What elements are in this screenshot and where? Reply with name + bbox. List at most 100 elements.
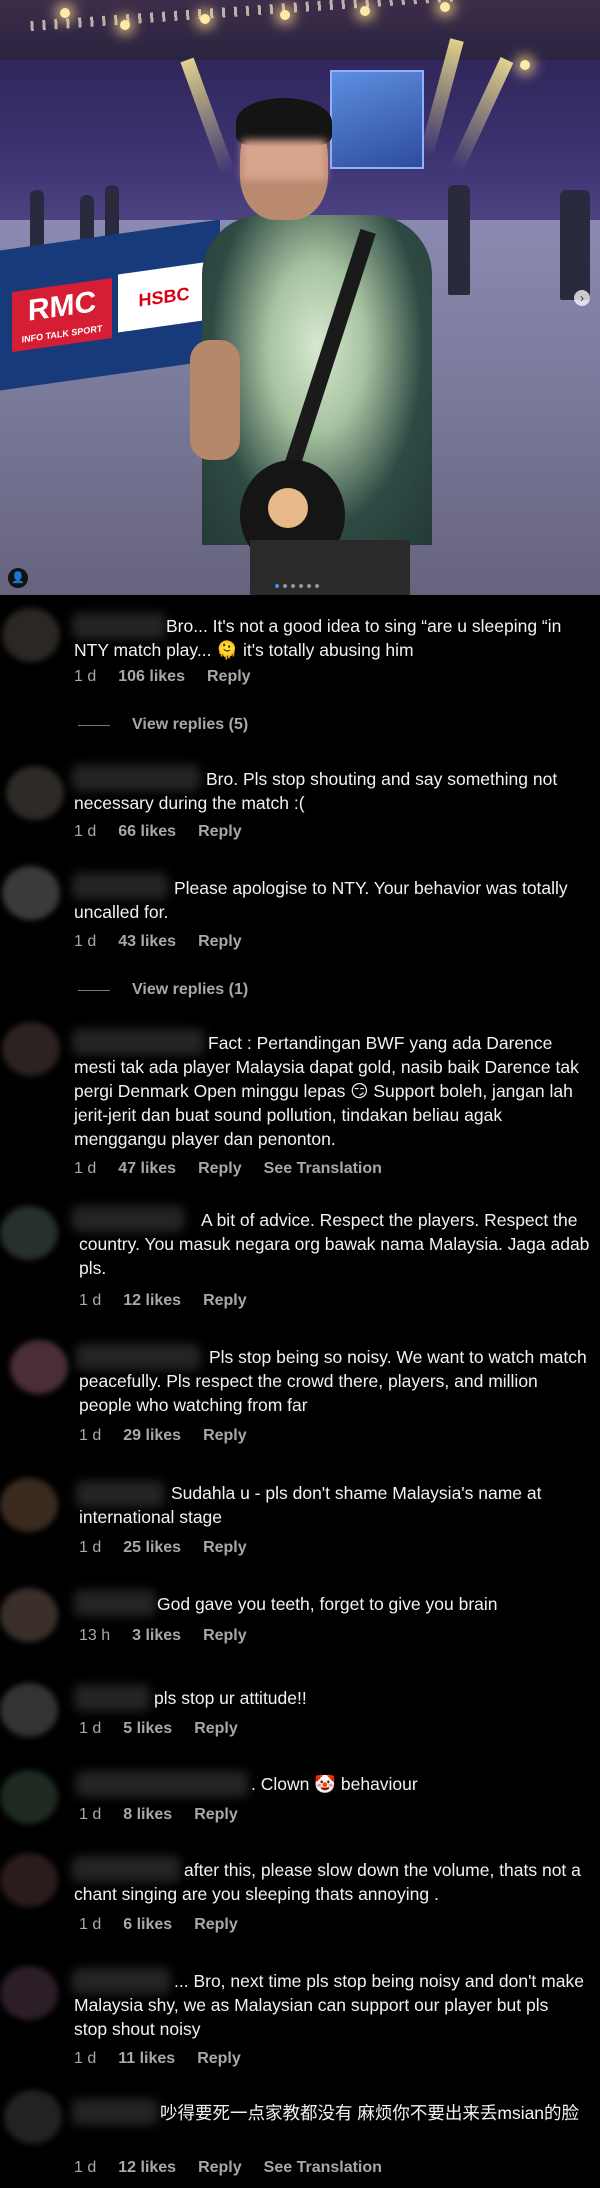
reply-button[interactable]: Reply bbox=[207, 668, 251, 686]
comment-time: 1 d bbox=[79, 1427, 102, 1444]
view-replies-label: View replies (1) bbox=[132, 981, 249, 998]
post-photo[interactable]: RMC INFO TALK SPORT HSBC › 👤 bbox=[0, 0, 600, 595]
like-count[interactable]: 106 likes bbox=[118, 668, 185, 686]
comment-time: 1 d bbox=[79, 1806, 102, 1823]
like-count[interactable]: 12 likes bbox=[118, 2159, 176, 2177]
avatar[interactable] bbox=[2, 608, 60, 662]
comment-time: 1 d bbox=[79, 1916, 102, 1933]
carousel-dot bbox=[299, 584, 303, 588]
comment-text: 吵得要死一点家教都没有 麻烦你不要出来丢msian的脸 bbox=[160, 2103, 580, 2123]
person-legs bbox=[250, 540, 410, 595]
comment-text: Sudahla u - pls don't shame Malaysia's n… bbox=[79, 1483, 547, 1527]
view-replies-label: View replies (5) bbox=[132, 716, 249, 733]
comment-text: Pls stop being so noisy. We want to watc… bbox=[79, 1347, 592, 1415]
avatar[interactable] bbox=[0, 1206, 58, 1260]
comment-text: God gave you teeth, forget to give you b… bbox=[157, 1594, 498, 1614]
reply-button[interactable]: Reply bbox=[203, 1427, 247, 1445]
comment-time: 1 d bbox=[74, 668, 97, 685]
comment-meta: 1 d 106 likes Reply bbox=[74, 668, 273, 686]
comment-time: 1 d bbox=[74, 823, 97, 840]
avatar[interactable] bbox=[4, 2090, 62, 2144]
background-person bbox=[560, 190, 590, 300]
chevron-right-icon[interactable]: › bbox=[574, 290, 590, 306]
avatar[interactable] bbox=[2, 866, 60, 920]
view-replies-button[interactable]: View replies (5) bbox=[78, 716, 248, 734]
like-count[interactable]: 6 likes bbox=[123, 1916, 172, 1934]
avatar[interactable] bbox=[6, 766, 64, 820]
stage-light bbox=[520, 60, 530, 70]
stage-light bbox=[60, 8, 70, 18]
comment-meta: 1 d 8 likes Reply bbox=[79, 1806, 260, 1824]
comment-text: Please apologise to NTY. Your behavior w… bbox=[74, 878, 573, 922]
stage-light bbox=[120, 20, 130, 30]
like-count[interactable]: 8 likes bbox=[123, 1806, 172, 1824]
carousel-dot bbox=[275, 584, 279, 588]
light-beam bbox=[449, 57, 514, 172]
see-translation-button[interactable]: See Translation bbox=[264, 2159, 382, 2177]
comment-meta: 1 d 12 likes Reply See Translation bbox=[74, 2159, 404, 2177]
comment-text: Fact : Pertandingan BWF yang ada Darence… bbox=[74, 1033, 584, 1149]
divider bbox=[78, 989, 110, 991]
carousel-dot bbox=[283, 584, 287, 588]
comment-meta: 1 d 66 likes Reply bbox=[74, 823, 264, 841]
reply-button[interactable]: Reply bbox=[194, 1720, 238, 1738]
like-count[interactable]: 5 likes bbox=[123, 1720, 172, 1738]
light-beam bbox=[180, 57, 235, 176]
avatar[interactable] bbox=[0, 1770, 58, 1824]
stage-light bbox=[360, 6, 370, 16]
comment-meta: 1 d 25 likes Reply bbox=[79, 1539, 269, 1557]
avatar[interactable] bbox=[10, 1340, 68, 1394]
comment-meta: 1 d 29 likes Reply bbox=[79, 1427, 269, 1445]
comment-time: 1 d bbox=[79, 1539, 102, 1556]
avatar[interactable] bbox=[0, 1588, 58, 1642]
reply-button[interactable]: Reply bbox=[198, 2159, 242, 2177]
person-icon[interactable]: 👤 bbox=[8, 568, 28, 588]
reply-button[interactable]: Reply bbox=[194, 1916, 238, 1934]
comment-text: Bro. Pls stop shouting and say something… bbox=[74, 769, 563, 813]
comment-text: . Clown 🤡 behaviour bbox=[251, 1774, 418, 1794]
comment-meta: 1 d 47 likes Reply See Translation bbox=[74, 1160, 404, 1178]
like-count[interactable]: 12 likes bbox=[123, 1292, 181, 1310]
comment-time: 13 h bbox=[79, 1627, 111, 1644]
see-translation-button[interactable]: See Translation bbox=[264, 1160, 382, 1178]
reply-button[interactable]: Reply bbox=[203, 1292, 247, 1310]
comment-text: A bit of advice. Respect the players. Re… bbox=[79, 1210, 595, 1278]
avatar[interactable] bbox=[0, 1478, 58, 1532]
avatar[interactable] bbox=[0, 1853, 58, 1907]
like-count[interactable]: 43 likes bbox=[118, 933, 176, 951]
comment-meta: 1 d 12 likes Reply bbox=[79, 1292, 269, 1310]
arena-screen bbox=[330, 70, 424, 169]
like-count[interactable]: 66 likes bbox=[118, 823, 176, 841]
comment-meta: 1 d 5 likes Reply bbox=[79, 1720, 260, 1738]
like-count[interactable]: 47 likes bbox=[118, 1160, 176, 1178]
comment-time: 1 d bbox=[74, 933, 97, 950]
comment-time: 1 d bbox=[74, 2159, 97, 2176]
person-hair bbox=[236, 98, 332, 146]
person-arm bbox=[190, 340, 240, 460]
reply-button[interactable]: Reply bbox=[197, 2050, 241, 2068]
carousel-dot bbox=[291, 584, 295, 588]
like-count[interactable]: 3 likes bbox=[132, 1627, 181, 1645]
avatar[interactable] bbox=[0, 1966, 58, 2020]
reply-button[interactable]: Reply bbox=[198, 823, 242, 841]
like-count[interactable]: 11 likes bbox=[118, 2050, 175, 2068]
view-replies-button[interactable]: View replies (1) bbox=[78, 981, 248, 999]
avatar[interactable] bbox=[0, 1683, 58, 1737]
reply-button[interactable]: Reply bbox=[203, 1539, 247, 1557]
comment-time: 1 d bbox=[74, 2050, 97, 2067]
reply-button[interactable]: Reply bbox=[198, 933, 242, 951]
comment-meta: 1 d 6 likes Reply bbox=[79, 1916, 260, 1934]
like-count[interactable]: 25 likes bbox=[123, 1539, 181, 1557]
comment-meta: 1 d 11 likes Reply bbox=[74, 2050, 263, 2068]
like-count[interactable]: 29 likes bbox=[123, 1427, 181, 1445]
reply-button[interactable]: Reply bbox=[198, 1160, 242, 1178]
face-blur bbox=[242, 140, 326, 180]
reply-button[interactable]: Reply bbox=[194, 1806, 238, 1824]
reply-button[interactable]: Reply bbox=[203, 1627, 247, 1645]
comment-text: Bro... It's not a good idea to sing “are… bbox=[74, 616, 567, 660]
avatar[interactable] bbox=[2, 1022, 60, 1076]
comment-time: 1 d bbox=[79, 1292, 102, 1309]
comment-time: 1 d bbox=[79, 1720, 102, 1737]
comment-time: 1 d bbox=[74, 1160, 97, 1177]
stage-light bbox=[440, 2, 450, 12]
